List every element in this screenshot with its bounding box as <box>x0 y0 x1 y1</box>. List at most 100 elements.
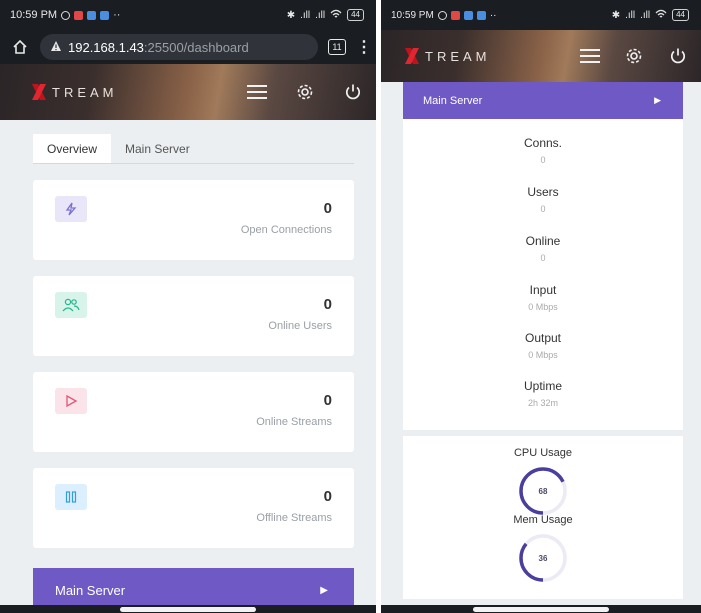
url-host: 192.168.1.43 <box>68 39 144 55</box>
stat-card-online-streams: 0 Online Streams <box>33 372 354 452</box>
alarm-icon <box>61 10 71 20</box>
expand-arrow-icon: ▶ <box>654 95 661 105</box>
app-header: TREAM <box>0 64 376 120</box>
xtream-logo[interactable]: TREAM <box>403 47 579 65</box>
stat-card-offline-streams: 0 Offline Streams <box>33 468 354 548</box>
xtream-logo[interactable]: TREAM <box>30 83 246 101</box>
metric-label: Conns. <box>523 136 563 150</box>
tab-overview[interactable]: Overview <box>33 134 112 163</box>
metric-value: 2h 32m <box>527 398 559 408</box>
stat-value: 0 <box>323 392 332 409</box>
hamburger-menu-icon[interactable] <box>579 45 601 67</box>
mem-usage-gauge: 36 <box>517 532 569 584</box>
notification-icon <box>476 10 486 20</box>
pause-icon <box>55 484 87 510</box>
logo-text: TREAM <box>425 48 491 64</box>
wifi-icon <box>655 9 667 22</box>
notification-icon <box>463 10 473 20</box>
signal-icon: .ıll <box>640 9 651 21</box>
menu-kebab-icon[interactable]: ⋮ <box>356 37 372 57</box>
power-icon[interactable] <box>667 45 689 67</box>
mem-usage-label: Mem Usage <box>513 514 573 526</box>
metric-label: Online <box>525 234 561 248</box>
metric-label: Input <box>529 283 557 297</box>
metric-label: Users <box>527 185 559 199</box>
tab-bar: Overview Main Server <box>33 134 354 164</box>
phone-screenshot-server: 10:59 PM ·· ✱ .ıll .ıll 44 TREAM Main Se… <box>381 0 701 613</box>
x-logo-icon <box>32 84 46 100</box>
metric-input: Input 0 Mbps <box>403 283 683 312</box>
metric-online: Online 0 <box>403 234 683 263</box>
signal-icon: .ıll <box>625 9 636 21</box>
stat-value: 0 <box>323 296 332 313</box>
warning-icon <box>50 40 62 55</box>
metric-value: 0 Mbps <box>528 350 558 360</box>
stat-label: Online Streams <box>256 416 332 428</box>
play-icon <box>55 388 87 414</box>
signal-icon: .ıll <box>315 9 326 21</box>
notification-icon <box>100 10 110 20</box>
phone-screenshot-dashboard: 10:59 PM ·· ✱ .ıll .ıll 44 192.168.1.43:… <box>0 0 376 613</box>
lightning-icon <box>55 196 87 222</box>
main-server-label: Main Server <box>55 583 126 598</box>
server-details-panel: Conns. 0 Users 0 Online 0 Input 0 Mbps O… <box>403 119 683 599</box>
alarm-icon <box>437 10 447 20</box>
gear-icon[interactable] <box>623 45 645 67</box>
tab-switcher-button[interactable]: 11 <box>328 39 346 55</box>
app-header: TREAM <box>381 30 701 82</box>
mem-usage-value: 36 <box>538 553 548 563</box>
stat-label: Offline Streams <box>256 512 332 524</box>
metric-output: Output 0 Mbps <box>403 331 683 360</box>
url-path: :25500/dashboard <box>143 39 249 55</box>
server-content: Main Server ▶ Conns. 0 Users 0 Online 0 … <box>381 82 701 613</box>
main-server-header[interactable]: Main Server ▶ <box>403 82 683 119</box>
logo-text: TREAM <box>52 84 118 100</box>
more-notifications-icon: ·· <box>489 9 497 21</box>
status-bar: 10:59 PM ·· ✱ .ıll .ıll 44 <box>381 0 701 30</box>
tab-main-server[interactable]: Main Server <box>111 134 204 163</box>
bluetooth-icon: ✱ <box>286 9 296 21</box>
cpu-usage-gauge: 68 <box>517 465 569 517</box>
stat-value: 0 <box>323 488 332 505</box>
cpu-usage-label: CPU Usage <box>513 447 573 459</box>
stat-label: Online Users <box>268 320 332 332</box>
status-bar: 10:59 PM ·· ✱ .ıll .ıll 44 <box>0 0 376 30</box>
status-time: 10:59 PM <box>10 9 58 21</box>
system-nav-bar <box>381 605 701 613</box>
divider <box>403 430 683 436</box>
url-field[interactable]: 192.168.1.43:25500/dashboard <box>40 34 318 60</box>
status-time: 10:59 PM <box>391 9 434 21</box>
notification-icon <box>74 10 84 20</box>
metric-value: 0 <box>540 204 546 214</box>
expand-arrow-icon: ▶ <box>320 585 328 596</box>
stat-card-open-connections: 0 Open Connections <box>33 180 354 260</box>
stat-label: Open Connections <box>240 224 332 236</box>
cpu-usage-value: 68 <box>538 486 548 496</box>
metric-users: Users 0 <box>403 185 683 214</box>
power-icon[interactable] <box>342 81 364 103</box>
more-notifications-icon: ·· <box>113 9 121 21</box>
wifi-icon <box>330 9 342 22</box>
home-gesture-bar[interactable] <box>120 607 256 612</box>
home-icon[interactable] <box>10 39 30 55</box>
notification-icon <box>87 10 97 20</box>
metric-value: 0 <box>540 253 546 263</box>
stat-value: 0 <box>323 200 332 217</box>
stat-card-online-users: 0 Online Users <box>33 276 354 356</box>
gear-icon[interactable] <box>294 81 316 103</box>
bluetooth-icon: ✱ <box>611 9 621 21</box>
hamburger-menu-icon[interactable] <box>246 81 268 103</box>
metric-label: Output <box>524 331 562 345</box>
users-icon <box>55 292 87 318</box>
main-server-title: Main Server <box>423 94 483 107</box>
battery-icon: 44 <box>347 9 364 21</box>
metric-label: Uptime <box>523 379 562 393</box>
metric-conns: Conns. 0 <box>403 136 683 165</box>
home-gesture-bar[interactable] <box>473 607 609 612</box>
metric-value: 0 Mbps <box>528 302 558 312</box>
metric-value: 0 <box>540 155 546 165</box>
browser-address-bar: 192.168.1.43:25500/dashboard 11 ⋮ <box>0 30 376 64</box>
battery-icon: 44 <box>672 9 689 21</box>
metric-uptime: Uptime 2h 32m <box>403 379 683 408</box>
notification-icon <box>450 10 460 20</box>
